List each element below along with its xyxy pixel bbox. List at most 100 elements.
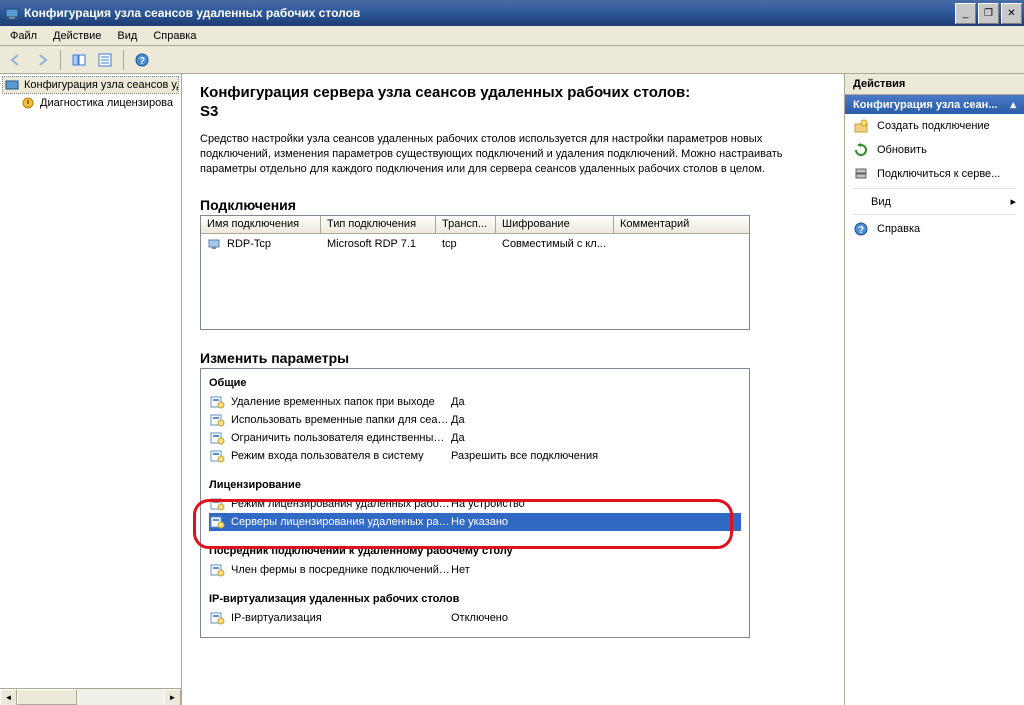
action-help-label: Справка bbox=[877, 223, 920, 235]
svg-text:?: ? bbox=[858, 225, 864, 236]
setting-label: Удаление временных папок при выходе bbox=[231, 396, 451, 408]
connection-row[interactable]: RDP-Tcp Microsoft RDP 7.1 tcp Совместимы… bbox=[201, 234, 749, 254]
setting-icon bbox=[209, 412, 225, 428]
edit-settings-box: Общие Удаление временных папок при выход… bbox=[200, 368, 750, 638]
refresh-icon bbox=[853, 142, 869, 158]
scroll-left-icon[interactable]: ◄ bbox=[0, 689, 17, 705]
menubar: Файл Действие Вид Справка bbox=[0, 26, 1024, 46]
col-name[interactable]: Имя подключения bbox=[201, 216, 321, 233]
back-button[interactable] bbox=[4, 49, 28, 71]
rdp-icon bbox=[207, 236, 223, 252]
tree-panel: Конфигурация узла сеансов уд Диагностика… bbox=[0, 74, 182, 705]
page-title: Конфигурация сервера узла сеансов удален… bbox=[200, 84, 826, 101]
setting-row[interactable]: Ограничить пользователя единственным ...… bbox=[209, 429, 741, 447]
setting-row[interactable]: Использовать временные папки для сеан...… bbox=[209, 411, 741, 429]
setting-label: Использовать временные папки для сеан... bbox=[231, 414, 451, 426]
action-help[interactable]: ? Справка bbox=[845, 217, 1024, 241]
menu-file[interactable]: Файл bbox=[2, 28, 45, 44]
general-heading: Общие bbox=[209, 377, 741, 389]
tree-root-label: Конфигурация узла сеансов уд bbox=[24, 79, 179, 91]
connections-heading: Подключения bbox=[200, 197, 826, 213]
action-view[interactable]: Вид ▸ bbox=[845, 191, 1024, 212]
col-comment[interactable]: Комментарий bbox=[614, 216, 749, 233]
col-transport[interactable]: Трансп... bbox=[436, 216, 496, 233]
properties-button[interactable] bbox=[93, 49, 117, 71]
setting-value: Не указано bbox=[451, 516, 741, 528]
divider bbox=[853, 188, 1016, 189]
setting-value: Да bbox=[451, 396, 741, 408]
setting-icon bbox=[209, 448, 225, 464]
toolbar-separator bbox=[60, 50, 61, 70]
conn-type: Microsoft RDP 7.1 bbox=[321, 236, 436, 252]
minimize-button[interactable]: _ bbox=[955, 3, 976, 24]
setting-label: Режим лицензирования удаленных рабочи... bbox=[231, 498, 451, 510]
actions-header: Действия bbox=[845, 74, 1024, 95]
setting-icon bbox=[209, 394, 225, 410]
setting-row[interactable]: Член фермы в посреднике подключений к...… bbox=[209, 561, 741, 579]
action-refresh-label: Обновить bbox=[877, 144, 927, 156]
action-connect-server[interactable]: Подключиться к серве... bbox=[845, 162, 1024, 186]
create-icon bbox=[853, 118, 869, 134]
content-panel: Конфигурация сервера узла сеансов удален… bbox=[182, 74, 844, 705]
conn-transport: tcp bbox=[436, 236, 496, 252]
setting-row[interactable]: Режим лицензирования удаленных рабочи...… bbox=[209, 495, 741, 513]
broker-heading: Посредник подключений к удаленному рабоч… bbox=[209, 545, 741, 557]
server-name: S3 bbox=[200, 103, 826, 120]
setting-label: Режим входа пользователя в систему bbox=[231, 450, 451, 462]
toolbar: ? bbox=[0, 46, 1024, 74]
ipvirt-heading: IP-виртуализация удаленных рабочих столо… bbox=[209, 593, 741, 605]
licensing-heading: Лицензирование bbox=[209, 479, 741, 491]
conn-name: RDP-Tcp bbox=[227, 238, 271, 250]
setting-row[interactable]: Режим входа пользователя в системуРазреш… bbox=[209, 447, 741, 465]
setting-label: Серверы лицензирования удаленных рабо... bbox=[231, 516, 451, 528]
menu-help[interactable]: Справка bbox=[145, 28, 204, 44]
chevron-right-icon: ▸ bbox=[1010, 195, 1016, 208]
server-icon bbox=[853, 166, 869, 182]
show-hide-tree-button[interactable] bbox=[67, 49, 91, 71]
tree-root[interactable]: Конфигурация узла сеансов уд bbox=[2, 76, 179, 94]
tree-child-licensing[interactable]: Диагностика лицензирова bbox=[2, 94, 179, 112]
setting-value: Да bbox=[451, 432, 741, 444]
edit-heading: Изменить параметры bbox=[200, 350, 826, 366]
app-icon bbox=[4, 5, 20, 21]
collapse-icon: ▴ bbox=[1010, 98, 1016, 111]
action-refresh[interactable]: Обновить bbox=[845, 138, 1024, 162]
svg-text:?: ? bbox=[139, 56, 145, 67]
setting-label: IP-виртуализация bbox=[231, 612, 451, 624]
setting-row[interactable]: Серверы лицензирования удаленных рабо...… bbox=[209, 513, 741, 531]
setting-row[interactable]: Удаление временных папок при выходеДа bbox=[209, 393, 741, 411]
window-title: Конфигурация узла сеансов удаленных рабо… bbox=[24, 6, 955, 20]
action-create-label: Создать подключение bbox=[877, 120, 990, 132]
description: Средство настройки узла сеансов удаленны… bbox=[200, 132, 826, 177]
titlebar: Конфигурация узла сеансов удаленных рабо… bbox=[0, 0, 1024, 26]
toolbar-separator bbox=[123, 50, 124, 70]
menu-action[interactable]: Действие bbox=[45, 28, 109, 44]
action-create-connection[interactable]: Создать подключение bbox=[845, 114, 1024, 138]
actions-subheader-label: Конфигурация узла сеан... bbox=[853, 99, 997, 111]
setting-value: Нет bbox=[451, 564, 741, 576]
close-button[interactable]: ✕ bbox=[1001, 3, 1022, 24]
col-encryption[interactable]: Шифрование bbox=[496, 216, 614, 233]
setting-row[interactable]: IP-виртуализацияОтключено bbox=[209, 609, 741, 627]
setting-icon bbox=[209, 430, 225, 446]
divider bbox=[853, 214, 1016, 215]
tree-hscroll[interactable]: ◄ ► bbox=[0, 688, 181, 705]
col-type[interactable]: Тип подключения bbox=[321, 216, 436, 233]
conn-encryption: Совместимый с кл... bbox=[496, 236, 614, 252]
action-view-label: Вид bbox=[871, 196, 891, 208]
forward-button[interactable] bbox=[30, 49, 54, 71]
tree-child-label: Диагностика лицензирова bbox=[40, 97, 173, 109]
main-area: Конфигурация узла сеансов уд Диагностика… bbox=[0, 74, 1024, 705]
connections-header: Имя подключения Тип подключения Трансп..… bbox=[201, 216, 749, 234]
setting-icon bbox=[209, 514, 225, 530]
help-button[interactable]: ? bbox=[130, 49, 154, 71]
maximize-button[interactable]: ❐ bbox=[978, 3, 999, 24]
action-connect-label: Подключиться к серве... bbox=[877, 168, 1000, 180]
menu-view[interactable]: Вид bbox=[109, 28, 145, 44]
scroll-right-icon[interactable]: ► bbox=[164, 689, 181, 705]
conn-comment bbox=[614, 236, 749, 252]
actions-panel: Действия Конфигурация узла сеан... ▴ Соз… bbox=[844, 74, 1024, 705]
setting-value: На устройство bbox=[451, 498, 741, 510]
actions-subheader[interactable]: Конфигурация узла сеан... ▴ bbox=[845, 95, 1024, 114]
scroll-thumb[interactable] bbox=[17, 689, 77, 705]
